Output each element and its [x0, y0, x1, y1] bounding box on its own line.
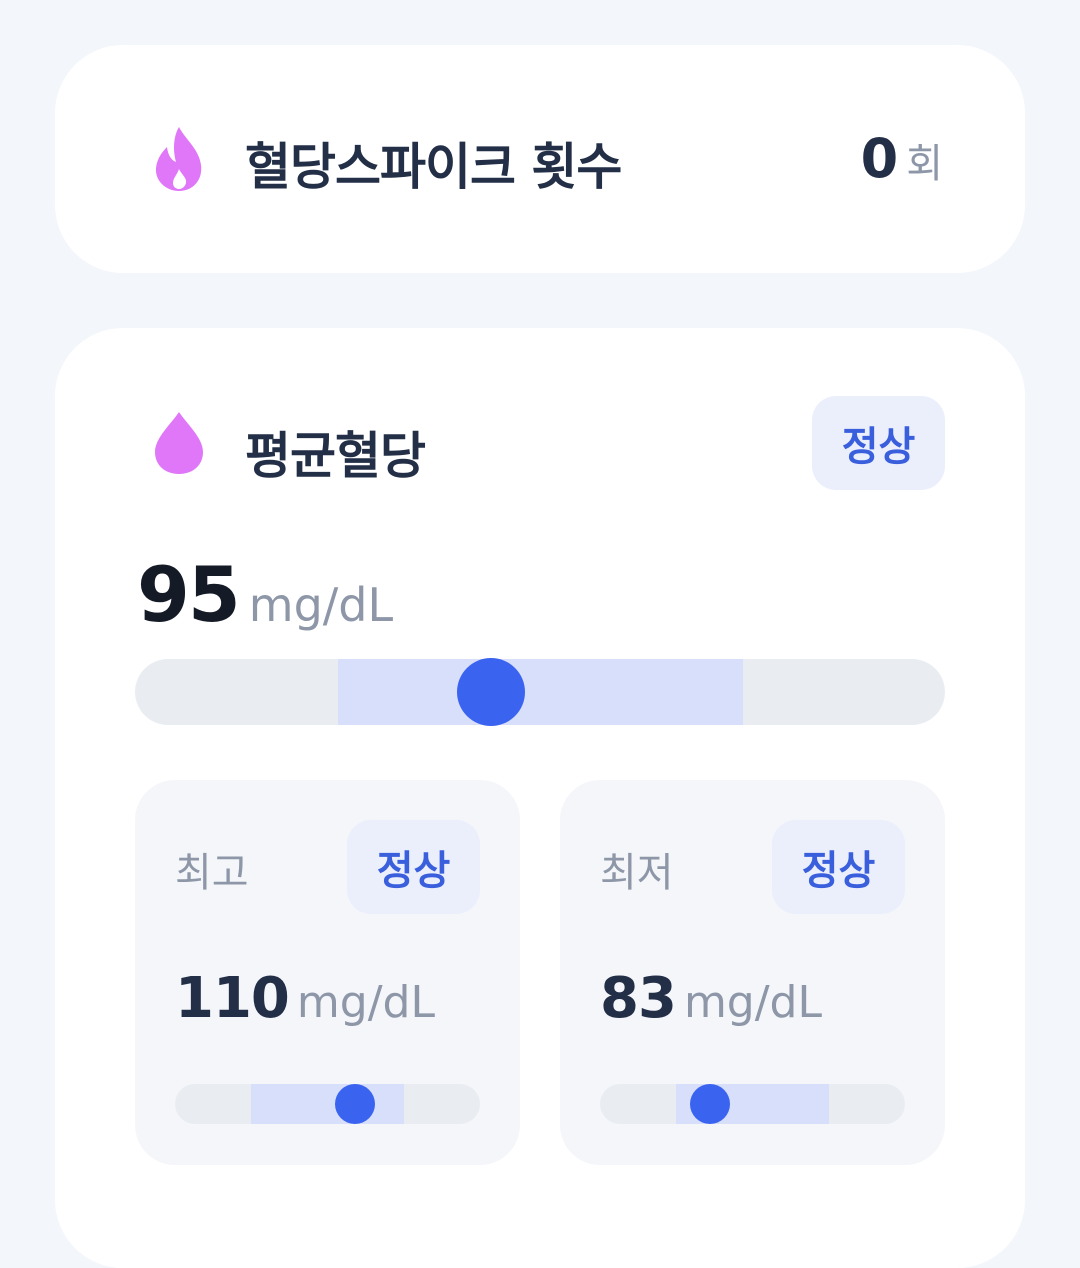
- highest-value-unit: mg/dL: [296, 977, 435, 1028]
- highest-label: 최고: [175, 850, 249, 896]
- average-glucose-value: 95 mg/dL: [137, 550, 393, 639]
- lowest-value-unit: mg/dL: [683, 977, 822, 1028]
- drop-icon: [155, 412, 203, 474]
- highest-gauge-marker: [334, 1084, 375, 1124]
- average-gauge-marker: [457, 658, 526, 726]
- normal-range-band: [337, 659, 743, 725]
- spike-count-number: 0: [860, 127, 899, 190]
- highest-gauge: [175, 1084, 480, 1124]
- average-gauge: [135, 659, 945, 725]
- normal-range-band: [251, 1084, 404, 1124]
- spike-count-unit: 회: [906, 141, 943, 187]
- average-status-badge: 정상: [812, 396, 945, 490]
- lowest-label: 최저: [600, 850, 674, 896]
- spike-count-value: 0 회: [861, 127, 943, 190]
- highest-glucose-card[interactable]: 최고 정상 110 mg/dL: [135, 780, 520, 1165]
- spike-count-title: 혈당스파이크 횟수: [245, 138, 622, 196]
- highest-value-number: 110: [175, 966, 290, 1031]
- lowest-value-number: 83: [600, 966, 677, 1031]
- highest-status-badge: 정상: [347, 820, 480, 914]
- average-glucose-card[interactable]: 평균혈당 정상 95 mg/dL 최고 정상 110 mg/dL 최저 정상 8…: [55, 328, 1025, 1268]
- lowest-gauge-marker: [689, 1084, 730, 1124]
- average-value-number: 95: [137, 550, 241, 639]
- lowest-status-badge: 정상: [772, 820, 905, 914]
- lowest-gauge: [600, 1084, 905, 1124]
- lowest-glucose-card[interactable]: 최저 정상 83 mg/dL: [560, 780, 945, 1165]
- fire-icon: [155, 127, 202, 191]
- highest-glucose-value: 110 mg/dL: [175, 966, 435, 1031]
- lowest-glucose-value: 83 mg/dL: [600, 966, 822, 1031]
- average-value-unit: mg/dL: [248, 578, 394, 632]
- spike-count-card[interactable]: 혈당스파이크 횟수 0 회: [55, 45, 1025, 273]
- average-glucose-title: 평균혈당: [245, 427, 426, 485]
